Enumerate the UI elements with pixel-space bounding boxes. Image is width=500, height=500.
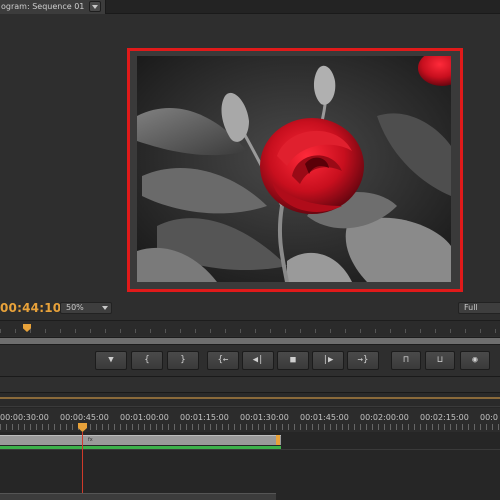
export-frame-button[interactable]: ◉ bbox=[460, 351, 490, 370]
step-forward-icon: |▶ bbox=[322, 355, 334, 365]
clip-fx-badge: fx bbox=[88, 437, 93, 443]
ruler-ticks bbox=[0, 424, 500, 430]
ruler-label: 00:01:30:00 bbox=[240, 413, 289, 422]
mark-out-button[interactable]: } bbox=[167, 351, 199, 370]
track-divider bbox=[0, 449, 500, 450]
video-frame-highlight bbox=[127, 48, 463, 292]
mark-in-button[interactable]: { bbox=[131, 351, 163, 370]
step-forward-button[interactable]: |▶ bbox=[312, 351, 344, 370]
monitor-zoom-scrollbar[interactable] bbox=[0, 337, 500, 345]
zoom-level-select[interactable]: 50% bbox=[60, 302, 112, 314]
marker-icon: ▼ bbox=[108, 355, 114, 365]
camera-icon: ◉ bbox=[472, 355, 478, 365]
timeline-header-strip bbox=[0, 377, 500, 393]
monitor-time-ruler[interactable] bbox=[0, 320, 500, 336]
sequence-tab[interactable] bbox=[0, 493, 276, 500]
playhead-timecode[interactable]: 00:44:10 bbox=[0, 301, 61, 315]
extract-icon: ⊔ bbox=[437, 355, 443, 365]
playback-resolution-select[interactable]: Full bbox=[458, 302, 500, 314]
add-marker-button[interactable]: ▼ bbox=[95, 351, 127, 370]
monitor-controls-row: 00:44:10 50% Full bbox=[0, 298, 500, 318]
stop-icon: ■ bbox=[290, 355, 296, 365]
panel-tab-bar: ogram: Sequence 01 bbox=[0, 0, 500, 14]
go-to-in-icon: {← bbox=[217, 355, 229, 365]
ruler-label: 00:02:15:00 bbox=[420, 413, 469, 422]
ruler-label: 00:00:30:00 bbox=[0, 413, 49, 422]
ruler-label: 00:0 bbox=[480, 413, 498, 422]
timeline-panel: 00:00:30:00 00:00:45:00 00:01:00:00 00:0… bbox=[0, 376, 500, 500]
chevron-down-icon bbox=[102, 306, 108, 310]
video-preview bbox=[137, 56, 451, 282]
ruler-ticks bbox=[0, 329, 500, 333]
stop-button[interactable]: ■ bbox=[277, 351, 309, 370]
playhead-line bbox=[82, 432, 83, 500]
lift-button[interactable]: ⊓ bbox=[391, 351, 421, 370]
mark-out-icon: } bbox=[180, 355, 186, 365]
ruler-label: 00:01:15:00 bbox=[180, 413, 229, 422]
step-back-icon: ◀| bbox=[252, 355, 264, 365]
ruler-label: 00:00:45:00 bbox=[60, 413, 109, 422]
rose-image bbox=[137, 56, 451, 282]
program-monitor bbox=[0, 15, 500, 295]
program-monitor-tab-label: ogram: Sequence 01 bbox=[1, 2, 85, 11]
transport-controls: ▼ { } {← ◀| ■ |▶ →} ⊓ ⊔ ◉ bbox=[0, 346, 500, 376]
panel-menu-dropdown[interactable] bbox=[89, 1, 101, 12]
video-clip[interactable]: fx bbox=[0, 435, 281, 445]
go-to-out-icon: →} bbox=[357, 355, 369, 365]
timeline-ruler[interactable]: 00:00:30:00 00:00:45:00 00:01:00:00 00:0… bbox=[0, 408, 500, 432]
lift-icon: ⊓ bbox=[403, 355, 409, 365]
mark-in-icon: { bbox=[144, 355, 150, 365]
zoom-level-value: 50% bbox=[66, 303, 84, 312]
extract-button[interactable]: ⊔ bbox=[425, 351, 455, 370]
ruler-label: 00:01:45:00 bbox=[300, 413, 349, 422]
timeline-zoom-scrollbar[interactable] bbox=[0, 393, 500, 407]
go-to-in-button[interactable]: {← bbox=[207, 351, 239, 370]
playback-resolution-value: Full bbox=[464, 303, 478, 312]
ruler-label: 00:02:00:00 bbox=[360, 413, 409, 422]
go-to-out-button[interactable]: →} bbox=[347, 351, 379, 370]
clip-end-handle[interactable] bbox=[276, 435, 280, 445]
scroll-handle[interactable] bbox=[0, 397, 500, 399]
step-back-button[interactable]: ◀| bbox=[242, 351, 274, 370]
ruler-label: 00:01:00:00 bbox=[120, 413, 169, 422]
